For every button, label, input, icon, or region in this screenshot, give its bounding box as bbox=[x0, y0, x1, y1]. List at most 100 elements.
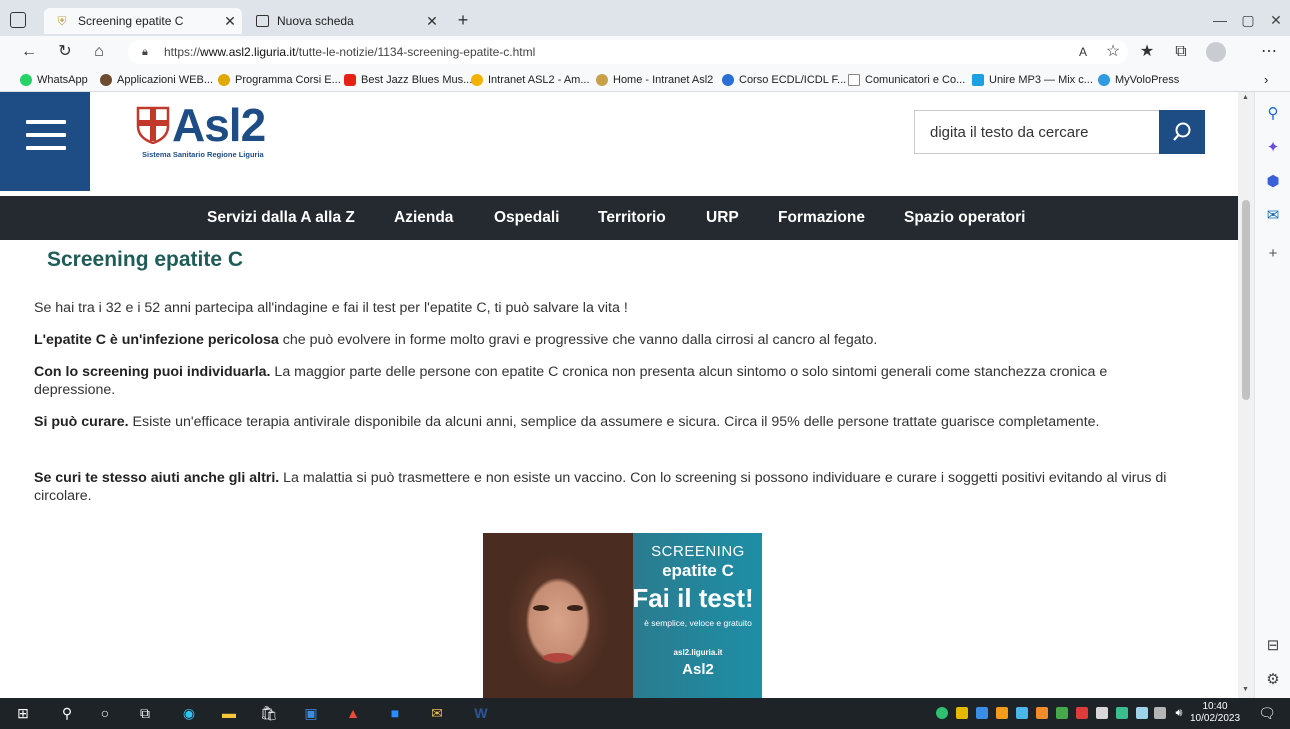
search-input[interactable] bbox=[915, 111, 1159, 153]
bookmark-programma-corsi[interactable]: Programma Corsi E... bbox=[218, 72, 341, 88]
article-paragraph: Si può curare. Esiste un'efficace terapi… bbox=[34, 414, 1100, 430]
collections-icon[interactable]: ⧉ bbox=[1170, 41, 1192, 63]
bookmark-whatsapp[interactable]: WhatsApp bbox=[20, 72, 88, 88]
banner-headline: Fai il test! bbox=[632, 583, 754, 613]
minimize-icon[interactable]: — bbox=[1206, 9, 1234, 31]
new-tab-button[interactable]: + bbox=[452, 9, 474, 31]
app-icon[interactable]: ▣ bbox=[300, 703, 322, 724]
store-icon[interactable]: 🛍︎ bbox=[258, 703, 280, 724]
tray-icon[interactable] bbox=[1016, 707, 1028, 719]
bookmark-icon bbox=[471, 74, 483, 86]
banner-line: epatite C bbox=[662, 561, 734, 580]
home-icon[interactable]: ⌂ bbox=[88, 41, 110, 63]
volume-icon[interactable]: 🔊︎ bbox=[1168, 703, 1190, 724]
tray-icon[interactable] bbox=[996, 707, 1008, 719]
close-tab-icon[interactable]: ✕ bbox=[420, 13, 444, 30]
copilot-icon[interactable]: ✦ bbox=[1263, 138, 1283, 158]
file-explorer-icon[interactable]: ▬ bbox=[218, 703, 240, 724]
address-bar[interactable]: 🔒︎ https://www.asl2.liguria.it/tutte-le-… bbox=[128, 40, 1128, 64]
notifications-icon[interactable]: 🗨︎ bbox=[1256, 703, 1278, 724]
bookmark-corso-ecdl[interactable]: Corso ECDL/ICDL F... bbox=[722, 72, 846, 88]
outlook-app-icon[interactable]: ✉ bbox=[426, 703, 448, 724]
nav-ospedali[interactable]: Ospedali bbox=[494, 196, 559, 240]
word-app-icon[interactable]: W bbox=[470, 703, 492, 724]
close-tab-icon[interactable]: ✕ bbox=[218, 13, 242, 30]
network-icon[interactable] bbox=[1116, 707, 1128, 719]
search-button[interactable] bbox=[1159, 110, 1205, 154]
bookmark-myvolopress[interactable]: MyVoloPress bbox=[1098, 72, 1179, 88]
search-icon bbox=[1173, 122, 1191, 141]
nav-formazione[interactable]: Formazione bbox=[778, 196, 865, 240]
taskbar-clock[interactable]: 10:40 10/02/2023 bbox=[1190, 701, 1240, 725]
split-screen-icon[interactable]: ⊟ bbox=[1263, 636, 1283, 656]
restore-icon[interactable]: ▢ bbox=[1234, 9, 1262, 31]
tab-screening[interactable]: ⛨ Screening epatite C ✕ bbox=[44, 8, 242, 34]
bookmark-intranet-asl2[interactable]: Intranet ASL2 - Am... bbox=[471, 72, 590, 88]
article-paragraph: Se curi te stesso aiuti anche gli altri.… bbox=[34, 470, 1167, 504]
close-window-icon[interactable]: ✕ bbox=[1262, 9, 1290, 31]
add-favorite-icon[interactable]: ☆ bbox=[1102, 41, 1124, 63]
bookmarks-overflow-icon[interactable]: › bbox=[1264, 72, 1268, 88]
address-row: ← ↻ ⌂ 🔒︎ https://www.asl2.liguria.it/tut… bbox=[0, 36, 1290, 68]
office-icon[interactable]: ⬢ bbox=[1263, 172, 1283, 192]
bookmark-home-intranet[interactable]: Home - Intranet Asl2 bbox=[596, 72, 713, 88]
refresh-icon[interactable]: ↻ bbox=[54, 41, 76, 63]
tray-icon[interactable] bbox=[1076, 707, 1088, 719]
hamburger-icon bbox=[26, 120, 66, 124]
zoom-icon[interactable]: ■ bbox=[384, 703, 406, 724]
article-paragraph: Con lo screening puoi individuarla. La m… bbox=[34, 364, 1108, 398]
liguria-cross-icon bbox=[136, 106, 170, 144]
tray-icon[interactable] bbox=[1096, 707, 1108, 719]
read-aloud-icon[interactable]: A bbox=[1072, 41, 1094, 63]
tray-icon[interactable] bbox=[1136, 707, 1148, 719]
favorites-icon[interactable]: ★ bbox=[1136, 41, 1158, 63]
scroll-up-icon[interactable]: ▲ bbox=[1242, 94, 1249, 101]
more-menu-icon[interactable]: ⋯ bbox=[1258, 41, 1280, 63]
nav-spazio-operatori[interactable]: Spazio operatori bbox=[904, 196, 1025, 240]
tab-actions-icon[interactable] bbox=[10, 12, 26, 28]
tray-icon[interactable] bbox=[956, 707, 968, 719]
nav-azienda[interactable]: Azienda bbox=[394, 196, 453, 240]
cortana-icon[interactable]: ○ bbox=[94, 703, 116, 724]
task-view-icon[interactable]: ⧉ bbox=[134, 703, 156, 724]
back-icon[interactable]: ← bbox=[18, 41, 40, 63]
bookmarks-bar: WhatsApp Applicazioni WEB... Programma C… bbox=[0, 68, 1290, 92]
scroll-down-icon[interactable]: ▼ bbox=[1242, 686, 1249, 693]
settings-icon[interactable]: ⚙ bbox=[1263, 670, 1283, 690]
article-intro: Se hai tra i 32 e i 52 anni partecipa al… bbox=[34, 300, 628, 316]
scroll-thumb[interactable] bbox=[1242, 200, 1250, 400]
tray-icon[interactable] bbox=[1036, 707, 1048, 719]
globe-icon bbox=[100, 74, 112, 86]
tab-new[interactable]: Nuova scheda ✕ bbox=[246, 8, 444, 34]
bookmark-comunicatori[interactable]: Comunicatori e Co... bbox=[848, 72, 965, 88]
tray-icon[interactable] bbox=[976, 707, 988, 719]
bookmark-icon bbox=[218, 74, 230, 86]
banner-logo: Asl2 bbox=[682, 661, 714, 678]
site-logo[interactable]: Asl2 Sistema Sanitario Regione Liguria bbox=[136, 99, 296, 162]
search-icon[interactable]: ⚲ bbox=[56, 703, 78, 724]
web-page: Asl2 Sistema Sanitario Regione Liguria S… bbox=[0, 92, 1238, 698]
nav-servizi[interactable]: Servizi dalla A alla Z bbox=[207, 196, 355, 240]
app-icon[interactable]: ▲ bbox=[342, 703, 364, 724]
windows-start-icon[interactable]: ⊞ bbox=[12, 703, 34, 724]
edge-app-icon[interactable]: ◉ bbox=[178, 703, 200, 724]
tray-icon[interactable] bbox=[936, 707, 948, 719]
search-icon[interactable]: ⚲ bbox=[1263, 104, 1283, 124]
bookmark-best-jazz[interactable]: Best Jazz Blues Mus... bbox=[344, 72, 472, 88]
hamburger-icon bbox=[26, 133, 66, 137]
asl-favicon-icon: ⛨ bbox=[57, 13, 67, 28]
tray-icon[interactable] bbox=[1056, 707, 1068, 719]
clock-time: 10:40 bbox=[1202, 701, 1228, 712]
bookmark-unire-mp3[interactable]: Unire MP3 — Mix c... bbox=[972, 72, 1093, 88]
outlook-icon[interactable]: ✉ bbox=[1263, 206, 1283, 226]
display-icon[interactable] bbox=[1154, 707, 1166, 719]
bookmark-icon bbox=[722, 74, 734, 86]
profile-avatar[interactable] bbox=[1206, 42, 1226, 62]
page-scrollbar[interactable]: ▲ ▼ bbox=[1238, 92, 1254, 698]
add-sidebar-app-icon[interactable]: + bbox=[1263, 244, 1283, 264]
hamburger-menu-button[interactable] bbox=[0, 92, 90, 191]
nav-urp[interactable]: URP bbox=[706, 196, 739, 240]
nav-territorio[interactable]: Territorio bbox=[598, 196, 666, 240]
new-tab-page-icon bbox=[256, 15, 269, 27]
bookmark-applicazioni-web[interactable]: Applicazioni WEB... bbox=[100, 72, 213, 88]
